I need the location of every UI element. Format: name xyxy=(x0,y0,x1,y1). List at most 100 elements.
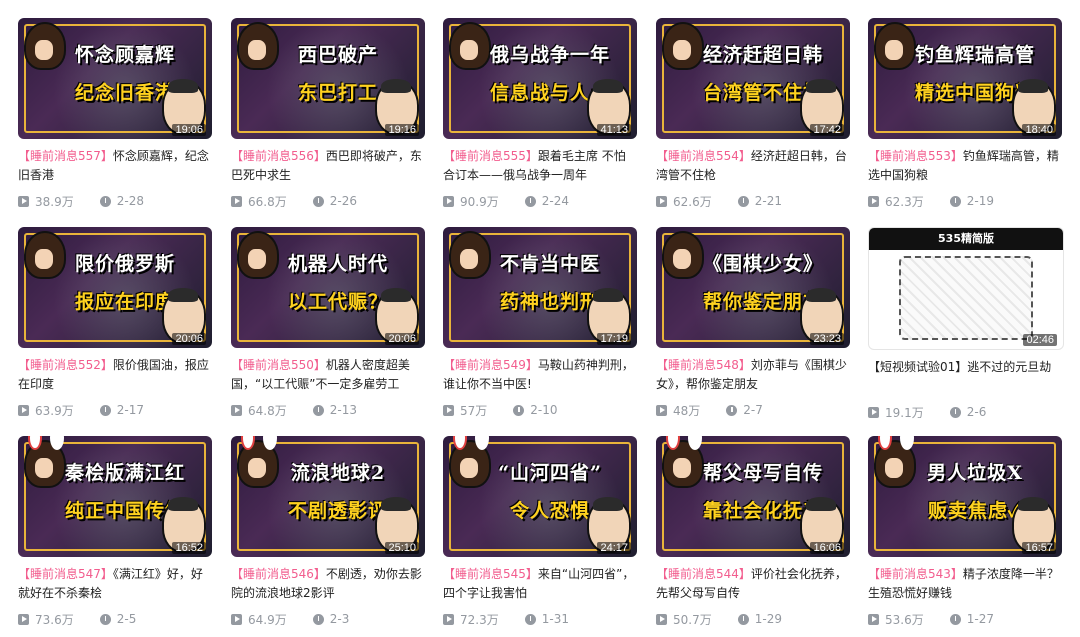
video-card[interactable]: 机器人时代 以工代赈？ 20:06 【睡前消息550】机器人密度超美国，“以工代… xyxy=(231,227,425,419)
video-thumbnail[interactable]: 西巴破产 东巴打工 19:16 xyxy=(231,18,425,139)
video-title[interactable]: 【睡前消息556】西巴即将破产，东巴死中求生 xyxy=(231,147,425,185)
video-card[interactable]: 西巴破产 东巴打工 19:16 【睡前消息556】西巴即将破产，东巴死中求生 6… xyxy=(231,18,425,210)
view-count: 38.9万 xyxy=(35,194,74,209)
view-count: 64.8万 xyxy=(248,403,287,418)
video-title[interactable]: 【睡前消息548】刘亦菲与《围棋少女》，帮你鉴定朋友 xyxy=(656,356,850,394)
video-card[interactable]: 535精简版 02:46 【短视频试验01】逃不过的元旦劫 19.1万 2-6 xyxy=(868,227,1064,421)
video-meta: 64.8万 2-13 xyxy=(231,401,425,419)
view-count: 57万 xyxy=(460,403,488,418)
video-meta: 62.6万 2-21 xyxy=(656,192,850,210)
upload-date: 2-17 xyxy=(116,403,144,417)
series-tag: 【睡前消息552】 xyxy=(18,358,113,372)
video-meta: 72.3万 1-31 xyxy=(443,610,637,628)
video-title[interactable]: 【睡前消息547】《满江红》好，好就好在不杀秦桧 xyxy=(18,565,212,603)
clock-icon xyxy=(312,613,324,625)
video-thumbnail[interactable]: 经济赶超日韩 台湾管不住枪 17:42 xyxy=(656,18,850,139)
video-thumbnail[interactable]: “山河四省” 令人恐惧 24:17 xyxy=(443,436,637,557)
video-card[interactable]: 不肯当中医 药神也判刑 17:19 【睡前消息549】马鞍山药神判刑，谁让你不当… xyxy=(443,227,637,419)
clock-icon xyxy=(949,195,961,207)
video-thumbnail[interactable]: 流浪地球2 不剧透影评 25:10 xyxy=(231,436,425,557)
video-card[interactable]: 《围棋少女》 帮你鉴定朋友 23:23 【睡前消息548】刘亦菲与《围棋少女》，… xyxy=(656,227,850,419)
video-card[interactable]: 秦桧版满江红 纯正中国传统 16:52 【睡前消息547】《满江红》好，好就好在… xyxy=(18,436,212,628)
play-count-icon xyxy=(18,613,29,625)
thumbnail-banner: 535精简版 xyxy=(869,228,1063,250)
video-title[interactable]: 【睡前消息544】评价社会化抚养，先帮父母写自传 xyxy=(656,565,850,603)
series-tag: 【睡前消息545】 xyxy=(443,567,538,581)
video-thumbnail[interactable]: 怀念顾嘉辉 纪念旧香港 19:06 xyxy=(18,18,212,139)
video-thumbnail[interactable]: 秦桧版满江红 纯正中国传统 16:52 xyxy=(18,436,212,557)
video-card[interactable]: 怀念顾嘉辉 纪念旧香港 19:06 【睡前消息557】怀念顾嘉辉，纪念旧香港 3… xyxy=(18,18,212,210)
upload-date: 2-21 xyxy=(754,194,782,208)
duration-badge: 23:23 xyxy=(810,333,844,345)
series-tag: 【睡前消息548】 xyxy=(656,358,751,372)
clock-icon xyxy=(513,404,525,416)
play-count-icon xyxy=(656,404,667,416)
thumbnail-headline: 经济赶超日韩 xyxy=(702,44,823,66)
video-thumbnail[interactable]: 《围棋少女》 帮你鉴定朋友 23:23 xyxy=(656,227,850,348)
duration-badge: 18:40 xyxy=(1022,124,1056,136)
video-card[interactable]: 俄乌战争一年 信息战与人心 41:13 【睡前消息555】跟着毛主席 不怕合订本… xyxy=(443,18,637,210)
play-count-icon xyxy=(656,195,667,207)
video-title[interactable]: 【睡前消息546】不剧透，劝你去影院的流浪地球2影评 xyxy=(231,565,425,603)
video-meta: 90.9万 2-24 xyxy=(443,192,637,210)
thumbnail-headline: 《围棋少女》 xyxy=(702,253,823,275)
video-thumbnail[interactable]: 钓鱼辉瑞高管 精选中国狗粮 18:40 xyxy=(868,18,1062,139)
upload-date: 1-27 xyxy=(966,612,994,626)
video-title[interactable]: 【睡前消息552】限价俄国油，报应在印度 xyxy=(18,356,212,394)
upload-date: 2-5 xyxy=(116,612,137,626)
series-tag: 【睡前消息550】 xyxy=(231,358,326,372)
upload-date: 2-6 xyxy=(966,405,987,419)
view-count: 73.6万 xyxy=(35,612,74,627)
thumbnail-headline: 帮父母写自传 xyxy=(702,462,823,484)
video-title[interactable]: 【睡前消息550】机器人密度超美国，“以工代赈”不一定多雇劳工 xyxy=(231,356,425,394)
play-count-icon xyxy=(231,195,242,207)
upload-date: 2-24 xyxy=(541,194,569,208)
video-card[interactable]: 流浪地球2 不剧透影评 25:10 【睡前消息546】不剧透，劝你去影院的流浪地… xyxy=(231,436,425,628)
video-meta: 66.8万 2-26 xyxy=(231,192,425,210)
duration-badge: 17:19 xyxy=(597,333,631,345)
duration-badge: 17:42 xyxy=(810,124,844,136)
thumbnail-headline: 俄乌战争一年 xyxy=(489,44,610,66)
video-card[interactable]: “山河四省” 令人恐惧 24:17 【睡前消息545】来自“山河四省”，四个字让… xyxy=(443,436,637,628)
series-tag: 【睡前消息546】 xyxy=(231,567,326,581)
video-thumbnail[interactable]: 限价俄罗斯 报应在印度 20:06 xyxy=(18,227,212,348)
play-count-icon xyxy=(656,613,667,625)
view-count: 72.3万 xyxy=(460,612,499,627)
clock-icon xyxy=(949,406,961,418)
video-title[interactable]: 【睡前消息545】来自“山河四省”，四个字让我害怕 xyxy=(443,565,637,603)
video-meta: 50.7万 1-29 xyxy=(656,610,850,628)
view-count: 53.6万 xyxy=(885,612,924,627)
video-meta: 73.6万 2-5 xyxy=(18,610,212,628)
play-count-icon xyxy=(868,406,879,418)
video-thumbnail[interactable]: 535精简版 02:46 xyxy=(868,227,1064,350)
video-title[interactable]: 【睡前消息557】怀念顾嘉辉，纪念旧香港 xyxy=(18,147,212,185)
video-title[interactable]: 【睡前消息553】钓鱼辉瑞高管，精选中国狗粮 xyxy=(868,147,1062,185)
video-thumbnail[interactable]: 俄乌战争一年 信息战与人心 41:13 xyxy=(443,18,637,139)
video-thumbnail[interactable]: 男人垃圾X 贩卖焦虑✓ 16:57 xyxy=(868,436,1062,557)
series-tag: 【睡前消息555】 xyxy=(443,149,538,163)
video-card[interactable]: 经济赶超日韩 台湾管不住枪 17:42 【睡前消息554】经济赶超日韩，台湾管不… xyxy=(656,18,850,210)
sketch-illustration xyxy=(899,256,1033,340)
duration-badge: 20:06 xyxy=(385,333,419,345)
duration-badge: 20:06 xyxy=(172,333,206,345)
video-thumbnail[interactable]: 机器人时代 以工代赈？ 20:06 xyxy=(231,227,425,348)
video-title[interactable]: 【睡前消息554】经济赶超日韩，台湾管不住枪 xyxy=(656,147,850,185)
video-card[interactable]: 限价俄罗斯 报应在印度 20:06 【睡前消息552】限价俄国油，报应在印度 6… xyxy=(18,227,212,419)
upload-date: 2-10 xyxy=(530,403,558,417)
video-card[interactable]: 男人垃圾X 贩卖焦虑✓ 16:57 【睡前消息543】精子浓度降一半？生殖恐慌好… xyxy=(868,436,1062,628)
video-title[interactable]: 【睡前消息549】马鞍山药神判刑，谁让你不当中医! xyxy=(443,356,637,394)
play-count-icon xyxy=(443,404,454,416)
clock-icon xyxy=(312,404,324,416)
video-card[interactable]: 帮父母写自传 靠社会化抚养 16:06 【睡前消息544】评价社会化抚养，先帮父… xyxy=(656,436,850,628)
thumbnail-headline: 流浪地球2 xyxy=(290,462,386,484)
video-title[interactable]: 【睡前消息543】精子浓度降一半？生殖恐慌好赚钱 xyxy=(868,565,1062,603)
play-count-icon xyxy=(18,404,29,416)
video-title[interactable]: 【短视频试验01】逃不过的元旦劫 xyxy=(868,358,1062,396)
video-thumbnail[interactable]: 帮父母写自传 靠社会化抚养 16:06 xyxy=(656,436,850,557)
video-title[interactable]: 【睡前消息555】跟着毛主席 不怕合订本——俄乌战争一周年 xyxy=(443,147,637,185)
clock-icon xyxy=(99,195,111,207)
thumbnail-headline: 钓鱼辉瑞高管 xyxy=(914,44,1035,66)
play-count-icon xyxy=(18,195,29,207)
video-thumbnail[interactable]: 不肯当中医 药神也判刑 17:19 xyxy=(443,227,637,348)
video-card[interactable]: 钓鱼辉瑞高管 精选中国狗粮 18:40 【睡前消息553】钓鱼辉瑞高管，精选中国… xyxy=(868,18,1062,210)
